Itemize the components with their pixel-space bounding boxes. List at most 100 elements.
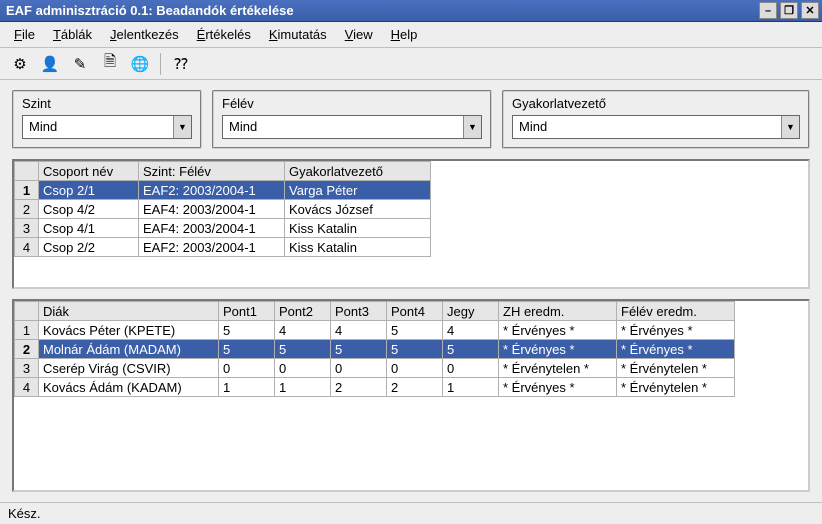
- row-number[interactable]: 2: [15, 200, 39, 219]
- students-table[interactable]: Diák Pont1 Pont2 Pont3 Pont4 Jegy ZH ere…: [14, 301, 735, 397]
- students-header-zh[interactable]: ZH eredm.: [499, 302, 617, 321]
- cell-csoport-nev[interactable]: Csop 4/1: [39, 219, 139, 238]
- menu-ertekeles[interactable]: Értékelés: [189, 24, 259, 45]
- table-row[interactable]: 1Kovács Péter (KPETE)54454* Érvényes ** …: [15, 321, 735, 340]
- cell-pont2[interactable]: 5: [275, 340, 331, 359]
- cell-gyakorlatvezeto[interactable]: Kovács József: [285, 200, 431, 219]
- cell-jegy[interactable]: 1: [443, 378, 499, 397]
- students-header-pont3[interactable]: Pont3: [331, 302, 387, 321]
- cell-jegy[interactable]: 5: [443, 340, 499, 359]
- cell-szint-felev[interactable]: EAF2: 2003/2004-1: [139, 181, 285, 200]
- students-table-wrap: Diák Pont1 Pont2 Pont3 Pont4 Jegy ZH ere…: [12, 299, 810, 492]
- filter-felev: Félév Mind ▼: [212, 90, 492, 149]
- cell-csoport-nev[interactable]: Csop 2/2: [39, 238, 139, 257]
- menu-kimutatas[interactable]: Kimutatás: [261, 24, 335, 45]
- filter-szint-combo[interactable]: Mind ▼: [22, 115, 192, 139]
- cell-zh-eredm[interactable]: * Érvényes *: [499, 340, 617, 359]
- cell-pont4[interactable]: 2: [387, 378, 443, 397]
- students-header-pont1[interactable]: Pont1: [219, 302, 275, 321]
- cell-szint-felev[interactable]: EAF4: 2003/2004-1: [139, 219, 285, 238]
- cell-jegy[interactable]: 4: [443, 321, 499, 340]
- cell-zh-eredm[interactable]: * Érvényes *: [499, 321, 617, 340]
- close-button[interactable]: ✕: [801, 2, 819, 19]
- cell-pont1[interactable]: 5: [219, 340, 275, 359]
- students-header-felev[interactable]: Félév eredm.: [617, 302, 735, 321]
- user-icon[interactable]: 👤: [38, 52, 62, 76]
- cell-pont3[interactable]: 5: [331, 340, 387, 359]
- filter-gyak-combo[interactable]: Mind ▼: [512, 115, 800, 139]
- maximize-button[interactable]: ❐: [780, 2, 798, 19]
- table-row[interactable]: 4Csop 2/2EAF2: 2003/2004-1Kiss Katalin: [15, 238, 431, 257]
- cell-pont2[interactable]: 4: [275, 321, 331, 340]
- cell-pont3[interactable]: 0: [331, 359, 387, 378]
- cell-zh-eredm[interactable]: * Érvényes *: [499, 378, 617, 397]
- menu-jelentkezes[interactable]: Jelentkezés: [102, 24, 187, 45]
- table-row[interactable]: 4Kovács Ádám (KADAM)11221* Érvényes ** É…: [15, 378, 735, 397]
- row-number[interactable]: 1: [15, 321, 39, 340]
- table-row[interactable]: 1Csop 2/1EAF2: 2003/2004-1Varga Péter: [15, 181, 431, 200]
- row-number[interactable]: 3: [15, 219, 39, 238]
- row-number[interactable]: 2: [15, 340, 39, 359]
- cell-diak[interactable]: Kovács Péter (KPETE): [39, 321, 219, 340]
- globe-icon[interactable]: 🌐: [128, 52, 152, 76]
- settings-icon[interactable]: ⚙: [8, 52, 32, 76]
- cell-pont4[interactable]: 0: [387, 359, 443, 378]
- table-row[interactable]: 3Csop 4/1EAF4: 2003/2004-1Kiss Katalin: [15, 219, 431, 238]
- menu-file[interactable]: File: [6, 24, 43, 45]
- cell-diak[interactable]: Cserép Virág (CSVIR): [39, 359, 219, 378]
- menu-help[interactable]: Help: [383, 24, 426, 45]
- cell-gyakorlatvezeto[interactable]: Kiss Katalin: [285, 238, 431, 257]
- cell-csoport-nev[interactable]: Csop 4/2: [39, 200, 139, 219]
- edit-icon[interactable]: ✎: [68, 52, 92, 76]
- groups-header-szintfelev[interactable]: Szint: Félév: [139, 162, 285, 181]
- table-row[interactable]: 2Molnár Ádám (MADAM)55555* Érvényes ** É…: [15, 340, 735, 359]
- cell-pont2[interactable]: 1: [275, 378, 331, 397]
- row-number[interactable]: 4: [15, 378, 39, 397]
- cell-pont4[interactable]: 5: [387, 321, 443, 340]
- students-header-jegy[interactable]: Jegy: [443, 302, 499, 321]
- cell-diak[interactable]: Kovács Ádám (KADAM): [39, 378, 219, 397]
- report-icon[interactable]: 🗎: [98, 52, 122, 76]
- cell-pont4[interactable]: 5: [387, 340, 443, 359]
- cell-pont1[interactable]: 1: [219, 378, 275, 397]
- students-header-diak[interactable]: Diák: [39, 302, 219, 321]
- cell-szint-felev[interactable]: EAF4: 2003/2004-1: [139, 200, 285, 219]
- cell-felev-eredm[interactable]: * Érvénytelen *: [617, 359, 735, 378]
- cell-felev-eredm[interactable]: * Érvényes *: [617, 340, 735, 359]
- menu-tablak[interactable]: Táblák: [45, 24, 100, 45]
- row-number[interactable]: 4: [15, 238, 39, 257]
- cell-pont3[interactable]: 4: [331, 321, 387, 340]
- cell-gyakorlatvezeto[interactable]: Varga Péter: [285, 181, 431, 200]
- cell-felev-eredm[interactable]: * Érvényes *: [617, 321, 735, 340]
- menu-view[interactable]: View: [337, 24, 381, 45]
- groups-header-blank[interactable]: [15, 162, 39, 181]
- table-row[interactable]: 3Cserép Virág (CSVIR)00000* Érvénytelen …: [15, 359, 735, 378]
- table-row[interactable]: 2Csop 4/2EAF4: 2003/2004-1Kovács József: [15, 200, 431, 219]
- cell-szint-felev[interactable]: EAF2: 2003/2004-1: [139, 238, 285, 257]
- cell-diak[interactable]: Molnár Ádám (MADAM): [39, 340, 219, 359]
- students-header-pont4[interactable]: Pont4: [387, 302, 443, 321]
- cell-pont3[interactable]: 2: [331, 378, 387, 397]
- groups-header-gyak[interactable]: Gyakorlatvezető: [285, 162, 431, 181]
- row-number[interactable]: 1: [15, 181, 39, 200]
- cell-csoport-nev[interactable]: Csop 2/1: [39, 181, 139, 200]
- cell-jegy[interactable]: 0: [443, 359, 499, 378]
- cell-zh-eredm[interactable]: * Érvénytelen *: [499, 359, 617, 378]
- students-header-pont2[interactable]: Pont2: [275, 302, 331, 321]
- filter-gyak-value: Mind: [513, 116, 781, 138]
- minimize-button[interactable]: –: [759, 2, 777, 19]
- row-number[interactable]: 3: [15, 359, 39, 378]
- groups-header-nev[interactable]: Csoport név: [39, 162, 139, 181]
- help-icon[interactable]: ⁇: [169, 52, 193, 76]
- groups-table[interactable]: Csoport név Szint: Félév Gyakorlatvezető…: [14, 161, 431, 257]
- filter-felev-value: Mind: [223, 116, 463, 138]
- cell-gyakorlatvezeto[interactable]: Kiss Katalin: [285, 219, 431, 238]
- filter-felev-combo[interactable]: Mind ▼: [222, 115, 482, 139]
- menubar: File Táblák Jelentkezés Értékelés Kimuta…: [0, 22, 822, 48]
- cell-felev-eredm[interactable]: * Érvénytelen *: [617, 378, 735, 397]
- students-header-blank[interactable]: [15, 302, 39, 321]
- cell-pont1[interactable]: 5: [219, 321, 275, 340]
- cell-pont1[interactable]: 0: [219, 359, 275, 378]
- cell-pont2[interactable]: 0: [275, 359, 331, 378]
- students-header-row: Diák Pont1 Pont2 Pont3 Pont4 Jegy ZH ere…: [15, 302, 735, 321]
